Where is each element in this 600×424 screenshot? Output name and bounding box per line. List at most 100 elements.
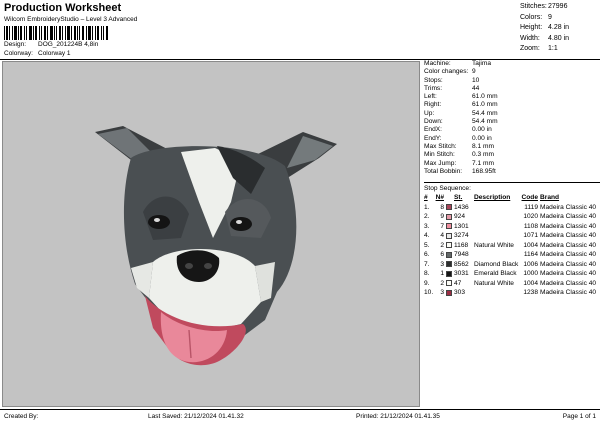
thread-brand: Madeira Classic 40 bbox=[540, 270, 597, 277]
thread-description: Natural White bbox=[474, 241, 514, 249]
thread-description bbox=[474, 203, 520, 213]
stat-value: 9 bbox=[548, 13, 552, 21]
table-row: 10. 3 303 1238 Madeira Classic 40 bbox=[424, 288, 600, 298]
property-label: Min Stitch: bbox=[424, 151, 455, 159]
stat-value: 4.28 in bbox=[548, 24, 570, 31]
color-swatch bbox=[444, 231, 454, 241]
needle-number: 2 bbox=[440, 241, 444, 249]
created-by: Created By: bbox=[4, 413, 39, 420]
row-index: 10. bbox=[424, 289, 434, 296]
property-row: Right: 61.0 mm bbox=[424, 101, 600, 109]
col-swatch bbox=[444, 193, 454, 203]
table-body: 1. 8 1436 1119 Madeira Classic 40 2. 9 924 1020 M… bbox=[424, 203, 600, 298]
property-label: Max Stitch: bbox=[424, 142, 457, 150]
stat-label: Zoom: bbox=[520, 45, 540, 52]
stitch-count: 1168 bbox=[454, 241, 469, 249]
thread-code: 1119 bbox=[524, 203, 538, 211]
thread-code: 1238 bbox=[523, 289, 538, 296]
property-row: EndX: 0.00 in bbox=[424, 126, 600, 134]
property-row: EndY: 0.00 in bbox=[424, 135, 600, 143]
property-label: Machine: bbox=[424, 60, 451, 67]
stitch-count: 8562 bbox=[454, 260, 469, 268]
property-label: Total Bobbin: bbox=[424, 167, 463, 175]
design-row: Design: DOG_201224B 4,8in bbox=[4, 41, 98, 48]
property-value: 44 bbox=[472, 84, 480, 92]
thread-brand: Madeira Classic 40 bbox=[540, 279, 597, 287]
printed-date: Printed: 21/12/2024 01.41.35 bbox=[356, 413, 440, 420]
swatch-chip bbox=[446, 261, 452, 267]
stitch-count: 924 bbox=[454, 213, 466, 220]
stat-row: Zoom: 1:1 bbox=[520, 44, 600, 55]
thread-brand: Madeira Classic 40 bbox=[540, 222, 597, 230]
thread-description bbox=[474, 212, 520, 222]
stat-row: Colors: 9 bbox=[520, 13, 600, 24]
thread-brand: Madeira Classic 40 bbox=[540, 203, 597, 211]
property-row: Trims: 44 bbox=[424, 85, 600, 93]
property-label: Color changes: bbox=[424, 68, 469, 76]
sequence-divider bbox=[424, 182, 600, 183]
stat-value: 27996 bbox=[548, 3, 568, 10]
design-preview bbox=[2, 61, 420, 407]
table-row: 1. 8 1436 1119 Madeira Classic 40 bbox=[424, 203, 600, 213]
thread-description bbox=[474, 288, 520, 298]
stitch-count: 303 bbox=[454, 289, 466, 296]
needle-number: 6 bbox=[440, 251, 444, 258]
stitch-count: 7948 bbox=[454, 251, 469, 258]
property-value: 61.0 mm bbox=[472, 101, 498, 109]
property-label: EndY: bbox=[424, 134, 442, 142]
property-row: Down: 54.4 mm bbox=[424, 118, 600, 126]
page-title: Production Worksheet bbox=[4, 2, 122, 14]
needle-number: 4 bbox=[440, 232, 444, 239]
color-swatch bbox=[444, 241, 454, 251]
row-index: 2. bbox=[424, 213, 430, 220]
swatch-chip bbox=[446, 213, 452, 220]
stat-row: Height: 4.28 in bbox=[520, 23, 600, 34]
worksheet-header: Production Worksheet Wilcom EmbroiderySt… bbox=[0, 0, 600, 60]
property-value: Tajima bbox=[472, 60, 492, 67]
property-value: 54.4 mm bbox=[472, 109, 498, 117]
color-swatch bbox=[444, 203, 454, 213]
col-brand: Brand bbox=[540, 194, 560, 201]
design-value: DOG_201224B 4,8in bbox=[38, 41, 99, 48]
row-index: 1. bbox=[424, 203, 430, 211]
table-row: 5. 2 1168 Natural White 1004 Madeira Classic … bbox=[424, 241, 600, 251]
property-value: 7.1 mm bbox=[472, 159, 494, 167]
needle-number: 8 bbox=[440, 203, 444, 211]
stat-value: 1:1 bbox=[548, 45, 558, 52]
property-row: Machine: Tajima bbox=[424, 60, 600, 68]
color-swatch bbox=[444, 288, 454, 298]
page-number: Page 1 of 1 bbox=[562, 413, 596, 420]
property-value: 168.95ft bbox=[472, 167, 496, 175]
table-row: 7. 3 8562 Diamond Black 1006 Madeira Classic … bbox=[424, 260, 600, 270]
color-swatch bbox=[444, 212, 454, 222]
swatch-chip bbox=[446, 242, 452, 248]
property-label: Up: bbox=[424, 109, 435, 117]
stitch-count: 3031 bbox=[454, 270, 469, 277]
stat-row: Width: 4.80 in bbox=[520, 34, 600, 45]
property-value: 0.00 in bbox=[472, 126, 492, 134]
stat-label: Colors: bbox=[520, 13, 543, 21]
property-label: Down: bbox=[424, 118, 443, 126]
property-label: Trims: bbox=[424, 84, 443, 92]
property-row: Max Stitch: 8.1 mm bbox=[424, 143, 600, 151]
thread-code: 1071 bbox=[523, 232, 538, 239]
thread-code: 1004 bbox=[523, 241, 538, 249]
stop-sequence-table: Stop Sequence: # N# St. Description Code… bbox=[424, 184, 600, 298]
row-index: 5. bbox=[424, 241, 430, 249]
stitch-count: 3274 bbox=[454, 232, 469, 239]
table-header: # N# St. Description Code Brand bbox=[424, 193, 600, 203]
dog-embroidery-image bbox=[95, 126, 337, 366]
property-row: Left: 61.0 mm bbox=[424, 93, 600, 101]
thread-code: 1006 bbox=[523, 260, 538, 268]
colorway-value: Colorway 1 bbox=[38, 50, 71, 57]
property-label: Stops: bbox=[424, 76, 443, 84]
property-row: Stops: 10 bbox=[424, 77, 600, 85]
needle-number: 3 bbox=[440, 260, 444, 268]
stat-label: Height: bbox=[520, 24, 543, 31]
property-row: Max Jump: 7.1 mm bbox=[424, 160, 600, 168]
needle-number: 3 bbox=[440, 289, 444, 296]
thread-code: 1020 bbox=[523, 213, 538, 220]
property-value: 8.1 mm bbox=[472, 142, 494, 150]
col-hash: # bbox=[424, 194, 428, 201]
thread-description: Emerald Black bbox=[474, 270, 517, 277]
